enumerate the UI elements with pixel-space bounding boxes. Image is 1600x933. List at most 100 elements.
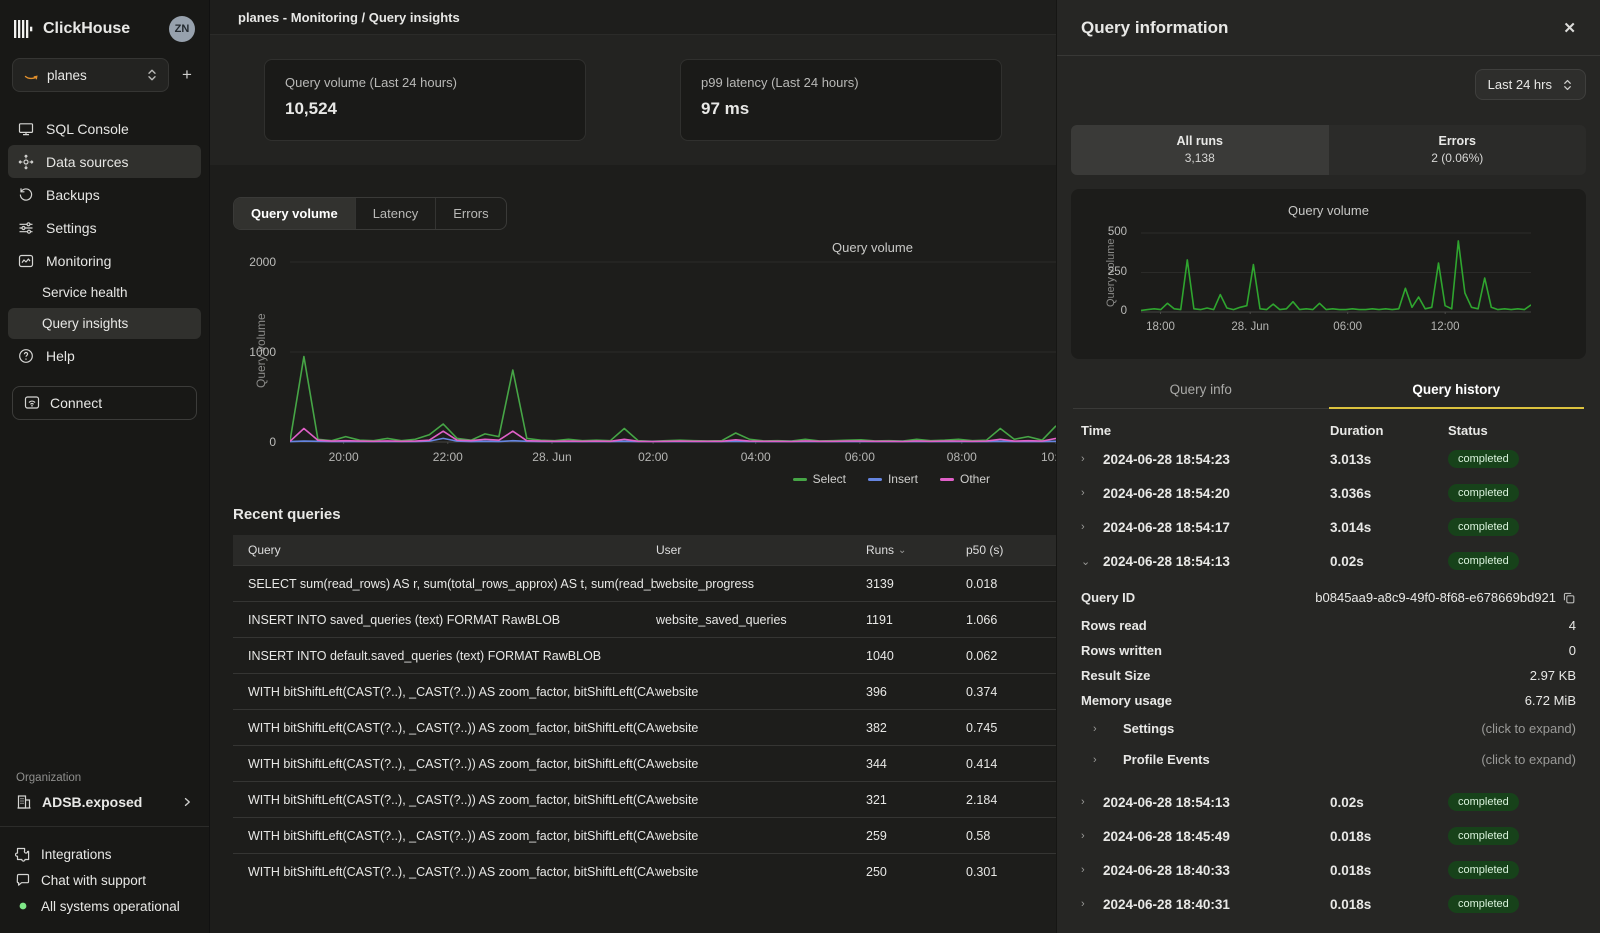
sidebar-item-service-health[interactable]: Service health (8, 277, 201, 308)
tab-errors[interactable]: Errors (435, 198, 505, 229)
status-badge: completed (1448, 895, 1519, 913)
legend-label: Select (813, 472, 846, 486)
stat-label: Query volume (Last 24 hours) (285, 75, 565, 90)
history-row-expanded[interactable]: ⌄ 2024-06-28 18:54:13 0.02s completed (1057, 544, 1600, 578)
chevron-right-icon[interactable]: › (1081, 898, 1103, 910)
expand-hint: (click to expand) (1481, 721, 1576, 736)
panel-tabs: Query info Query history (1073, 375, 1584, 409)
table-row[interactable]: WITH bitShiftLeft(CAST(?..), _CAST(?..))… (233, 817, 1056, 853)
sidebar-item-help[interactable]: Help (8, 339, 201, 372)
column-runs[interactable]: Runs⌄ (866, 543, 966, 557)
table-row[interactable]: WITH bitShiftLeft(CAST(?..), _CAST(?..))… (233, 673, 1056, 709)
clickhouse-logo-icon (14, 20, 34, 38)
legend-item-select[interactable]: Select (793, 472, 846, 486)
history-row[interactable]: › 2024-06-28 18:40:31 0.018s completed (1057, 887, 1600, 921)
segment-errors[interactable]: Errors 2 (0.06%) (1329, 125, 1587, 175)
add-service-button[interactable]: + (175, 65, 199, 85)
sidebar-item-chat-support[interactable]: Chat with support (0, 867, 209, 893)
x-tick-label: 18:00 (1146, 321, 1175, 333)
cell-p50: 1.066 (966, 613, 1056, 627)
table-row[interactable]: INSERT INTO saved_queries (text) FORMAT … (233, 601, 1056, 637)
chevron-right-icon[interactable]: › (1081, 521, 1103, 533)
legend-item-insert[interactable]: Insert (868, 472, 918, 486)
history-row[interactable]: › 2024-06-28 18:54:17 3.014s completed (1057, 510, 1600, 544)
history-row[interactable]: › 2024-06-28 18:54:13 0.02s completed (1057, 785, 1600, 819)
cell-runs: 3139 (866, 577, 966, 591)
cell-query: WITH bitShiftLeft(CAST(?..), _CAST(?..))… (233, 757, 656, 771)
organization-row[interactable]: ADSB.exposed (0, 794, 209, 826)
y-tick-label: 0 (269, 435, 276, 449)
status-badge: completed (1448, 552, 1519, 570)
segment-label: All runs (1071, 134, 1329, 148)
workspace-selector[interactable]: planes (12, 58, 169, 92)
avatar[interactable]: ZN (169, 16, 195, 42)
segment-all-runs[interactable]: All runs 3,138 (1071, 125, 1329, 175)
tab-query-history[interactable]: Query history (1329, 375, 1585, 409)
run-time: 2024-06-28 18:40:33 (1103, 863, 1330, 878)
system-status-row[interactable]: All systems operational (0, 893, 209, 919)
sidebar: ClickHouse ZN planes + SQL Console Data … (0, 0, 210, 933)
updown-chevrons-icon (146, 68, 158, 82)
chevron-right-icon (181, 796, 193, 808)
sidebar-item-query-insights[interactable]: Query insights (8, 308, 201, 339)
sidebar-item-settings[interactable]: Settings (8, 211, 201, 244)
chevron-down-icon[interactable]: ⌄ (1081, 555, 1103, 568)
chevron-right-icon[interactable]: › (1081, 864, 1103, 876)
detail-value: 2.97 KB (1530, 668, 1576, 683)
x-tick-label: 22:00 (433, 450, 463, 464)
run-time: 2024-06-28 18:54:23 (1103, 452, 1330, 467)
tab-query-info[interactable]: Query info (1073, 375, 1329, 408)
sidebar-item-backups[interactable]: Backups (8, 178, 201, 211)
table-row[interactable]: SELECT sum(read_rows) AS r, sum(total_ro… (233, 565, 1056, 601)
history-row[interactable]: › 2024-06-28 18:40:33 0.018s completed (1057, 853, 1600, 887)
connect-button[interactable]: Connect (12, 386, 197, 420)
tab-latency[interactable]: Latency (355, 198, 436, 229)
cell-user: website (656, 721, 866, 735)
updown-chevrons-icon (1562, 78, 1573, 92)
time-range-select[interactable]: Last 24 hrs (1475, 69, 1586, 100)
cell-runs: 382 (866, 721, 966, 735)
table-row[interactable]: WITH bitShiftLeft(CAST(?..), _CAST(?..))… (233, 853, 1056, 889)
x-tick-label: 12:00 (1431, 321, 1460, 333)
cell-user: website (656, 829, 866, 843)
cell-query: WITH bitShiftLeft(CAST(?..), _CAST(?..))… (233, 829, 656, 843)
chart-plot (1141, 227, 1531, 314)
organization-heading: Organization (0, 772, 209, 794)
cell-query: WITH bitShiftLeft(CAST(?..), _CAST(?..))… (233, 721, 656, 735)
chevron-right-icon[interactable]: › (1081, 830, 1103, 842)
cell-runs: 344 (866, 757, 966, 771)
aws-icon (23, 68, 39, 82)
cell-p50: 0.018 (966, 577, 1056, 591)
chevron-right-icon[interactable]: › (1081, 796, 1103, 808)
legend-item-other[interactable]: Other (940, 472, 990, 486)
table-row[interactable]: INSERT INTO default.saved_queries (text)… (233, 637, 1056, 673)
data-sources-icon (18, 154, 34, 170)
profile-events-expandable[interactable]: › Profile Events (click to expand) (1057, 744, 1600, 775)
connect-icon (24, 395, 40, 411)
cell-user: website (656, 793, 866, 807)
cell-runs: 396 (866, 685, 966, 699)
cell-query: WITH bitShiftLeft(CAST(?..), _CAST(?..))… (233, 793, 656, 807)
workspace-name: planes (47, 68, 87, 83)
cell-p50: 0.414 (966, 757, 1056, 771)
copy-icon[interactable] (1562, 591, 1576, 605)
settings-expandable[interactable]: › Settings (click to expand) (1057, 713, 1600, 744)
detail-row-rows-read: Rows read 4 (1057, 613, 1600, 638)
table-row[interactable]: WITH bitShiftLeft(CAST(?..), _CAST(?..))… (233, 745, 1056, 781)
table-row[interactable]: WITH bitShiftLeft(CAST(?..), _CAST(?..))… (233, 781, 1056, 817)
sidebar-item-monitoring[interactable]: Monitoring (8, 244, 201, 277)
history-row[interactable]: › 2024-06-28 18:54:20 3.036s completed (1057, 476, 1600, 510)
sidebar-item-sql-console[interactable]: SQL Console (8, 112, 201, 145)
chevron-right-icon[interactable]: › (1081, 487, 1103, 499)
sidebar-item-integrations[interactable]: Integrations (0, 841, 209, 867)
history-row[interactable]: › 2024-06-28 18:54:23 3.013s completed (1057, 442, 1600, 476)
table-row[interactable]: WITH bitShiftLeft(CAST(?..), _CAST(?..))… (233, 709, 1056, 745)
sidebar-item-label: Settings (46, 220, 97, 236)
close-icon[interactable]: ✕ (1563, 19, 1576, 37)
sidebar-item-data-sources[interactable]: Data sources (8, 145, 201, 178)
sidebar-item-label: Backups (46, 187, 100, 203)
chevron-right-icon[interactable]: › (1081, 453, 1103, 465)
tab-query-volume[interactable]: Query volume (234, 198, 355, 229)
stat-card-query-volume: Query volume (Last 24 hours) 10,524 (264, 59, 586, 141)
history-row[interactable]: › 2024-06-28 18:45:49 0.018s completed (1057, 819, 1600, 853)
